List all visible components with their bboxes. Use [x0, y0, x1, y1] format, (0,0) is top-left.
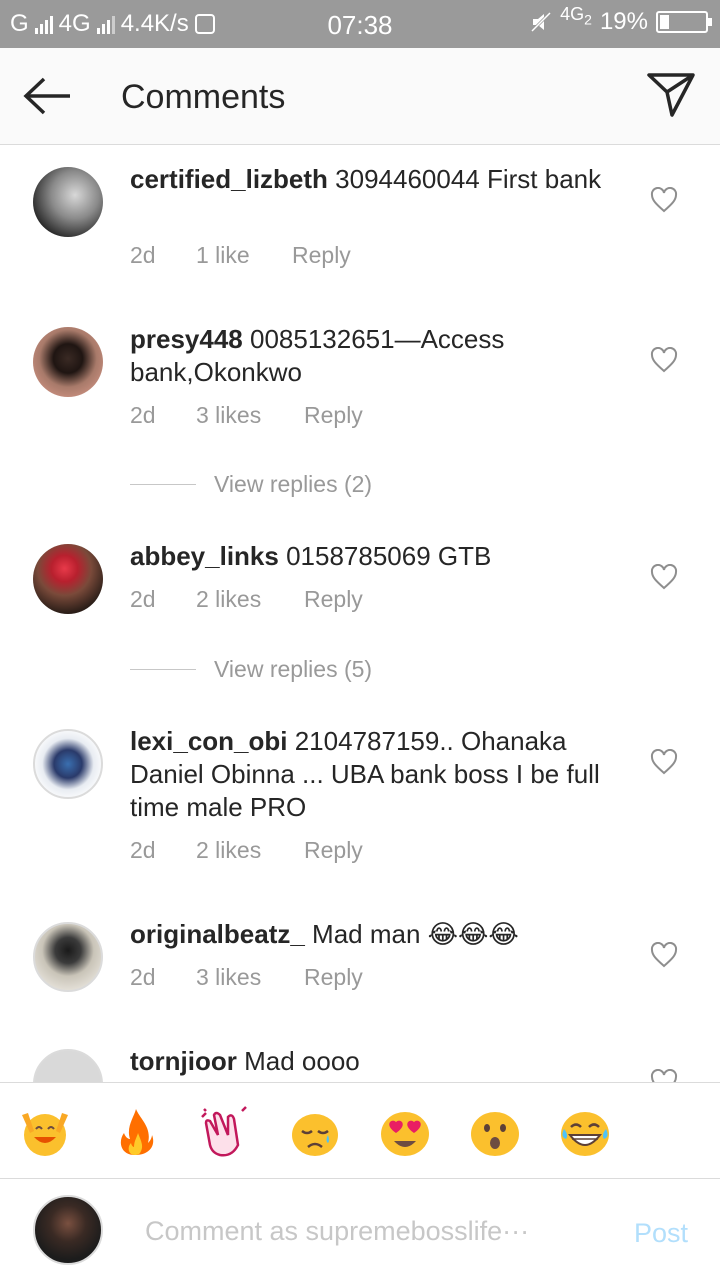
crying-face-icon[interactable] [288, 1105, 342, 1159]
comment-body: 3094460044 First bank [327, 164, 602, 194]
replies-divider [130, 484, 196, 485]
comment-username[interactable]: abbey_links [130, 541, 279, 571]
comment-text: presy448 0085132651—Access bank,Okonkwo [130, 323, 610, 389]
comment-likes[interactable]: 3 likes [196, 964, 304, 991]
battery-icon [656, 11, 712, 33]
heart-icon[interactable] [650, 942, 678, 968]
avatar[interactable] [33, 327, 103, 397]
comment-list[interactable]: certified_lizbeth 3094460044 First bank … [0, 146, 720, 1082]
comment-meta: 2d 3 likes Reply [130, 402, 363, 429]
comment-time: 2d [130, 964, 156, 990]
status-bar: G 4G 4.4K/s 07:38 4G2 19% [0, 0, 720, 48]
comment-likes[interactable]: 3 likes [196, 402, 304, 429]
view-replies-button[interactable]: View replies (5) [130, 656, 372, 683]
heart-icon[interactable] [650, 1069, 678, 1082]
comment-likes[interactable]: 1 like [196, 242, 292, 269]
comment-time: 2d [130, 242, 156, 268]
direct-share-icon[interactable] [646, 72, 696, 118]
comment-composer: Comment as supremebosslife··· Post [0, 1180, 720, 1280]
comment-username[interactable]: tornjioor [130, 1046, 237, 1076]
avatar[interactable] [33, 1049, 103, 1082]
app-header: Comments [0, 48, 720, 145]
comment-time: 2d [130, 837, 156, 863]
view-replies-label[interactable]: View replies (2) [214, 471, 372, 498]
network-type: 4G2 [560, 4, 592, 28]
page-title: Comments [121, 78, 286, 116]
avatar[interactable] [33, 922, 103, 992]
heart-icon[interactable] [650, 187, 678, 213]
comment-text: certified_lizbeth 3094460044 First bank [130, 163, 610, 196]
battery-percent: 19% [599, 8, 648, 35]
comment-time: 2d [130, 402, 156, 428]
user-avatar [33, 1195, 103, 1265]
replies-divider [130, 669, 196, 670]
emoji-quick-bar [0, 1082, 720, 1179]
avatar[interactable] [33, 167, 103, 237]
laughing-tears-icon[interactable] [558, 1105, 612, 1159]
heart-icon[interactable] [650, 749, 678, 775]
comment-likes[interactable]: 2 likes [196, 586, 304, 613]
comment-text: tornjioor Mad oooo [130, 1045, 610, 1078]
comment-meta: 2d 1 like Reply [130, 242, 351, 269]
comment-username[interactable]: certified_lizbeth [130, 164, 328, 194]
back-arrow-icon[interactable] [22, 76, 72, 116]
status-right: 4G2 19% [530, 4, 712, 36]
reply-button[interactable]: Reply [304, 402, 363, 429]
heart-eyes-icon[interactable] [378, 1105, 432, 1159]
post-button[interactable]: Post [634, 1218, 688, 1249]
raising-hands-icon[interactable] [18, 1105, 72, 1159]
comment-text: lexi_con_obi 2104787159.. Ohanaka Daniel… [130, 725, 610, 824]
reply-button[interactable]: Reply [292, 242, 351, 269]
reply-button[interactable]: Reply [304, 964, 363, 991]
comment-body: Mad man 😂😂😂 [304, 919, 519, 949]
comment-body: 0158785069 GTB [278, 541, 492, 571]
comment-input[interactable]: Comment as supremebosslife··· [145, 1216, 565, 1247]
avatar[interactable] [33, 729, 103, 799]
avatar[interactable] [33, 544, 103, 614]
clapping-hands-icon[interactable] [198, 1105, 252, 1159]
comment-time: 2d [130, 586, 156, 612]
comment-text: originalbeatz_ Mad man 😂😂😂 [130, 918, 610, 951]
mute-icon [531, 11, 552, 33]
comment-body: Mad oooo [236, 1046, 360, 1076]
heart-icon[interactable] [650, 564, 678, 590]
comment-meta: 2d 2 likes Reply [130, 837, 363, 864]
reply-button[interactable]: Reply [304, 586, 363, 613]
comment-text: abbey_links 0158785069 GTB [130, 540, 610, 573]
comment-username[interactable]: presy448 [130, 324, 243, 354]
fire-icon[interactable] [108, 1105, 162, 1159]
comment-username[interactable]: lexi_con_obi [130, 726, 288, 756]
view-replies-label[interactable]: View replies (5) [214, 656, 372, 683]
surprised-face-icon[interactable] [468, 1105, 522, 1159]
reply-button[interactable]: Reply [304, 837, 363, 864]
heart-icon[interactable] [650, 347, 678, 373]
view-replies-button[interactable]: View replies (2) [130, 471, 372, 498]
comment-username[interactable]: originalbeatz_ [130, 919, 305, 949]
comment-meta: 2d 2 likes Reply [130, 586, 363, 613]
comment-meta: 2d 3 likes Reply [130, 964, 363, 991]
comment-likes[interactable]: 2 likes [196, 837, 304, 864]
